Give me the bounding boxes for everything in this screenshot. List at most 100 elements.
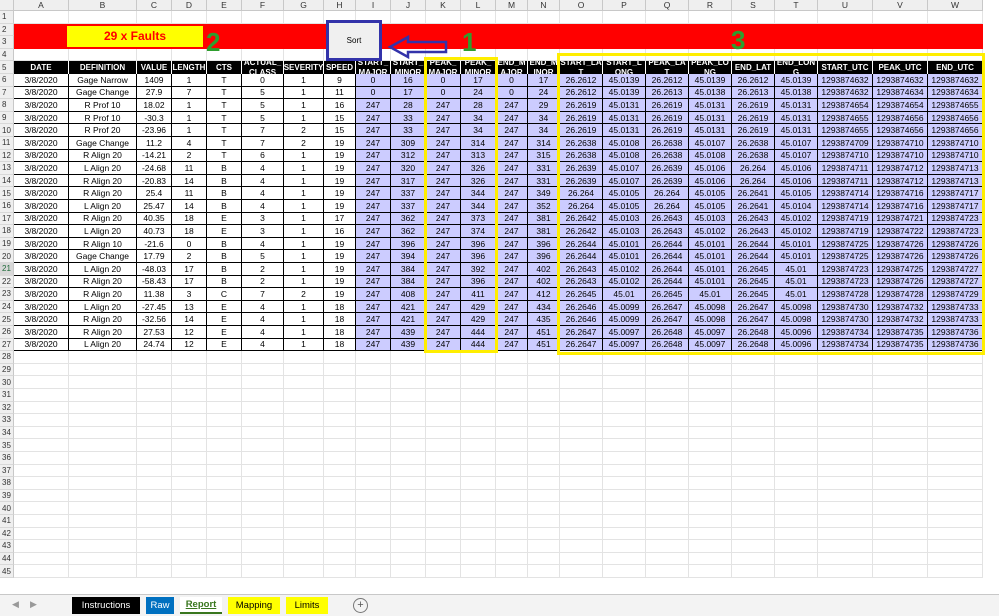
table-cell[interactable]: 439 <box>391 326 426 339</box>
table-cell[interactable]: 1293874712 <box>873 174 928 188</box>
table-cell[interactable]: 3/8/2020 <box>14 149 69 163</box>
table-cell[interactable]: 444 <box>461 326 496 339</box>
table-cell[interactable]: 247 <box>426 313 461 326</box>
empty-cell[interactable] <box>242 552 284 566</box>
column-title[interactable]: START_ MINOR <box>391 61 426 74</box>
table-cell[interactable]: 24 <box>461 86 496 100</box>
empty-cell[interactable] <box>69 376 137 389</box>
table-cell[interactable]: 33 <box>391 111 426 125</box>
table-cell[interactable]: 1293874632 <box>818 74 873 87</box>
empty-cell[interactable] <box>137 527 172 541</box>
table-cell[interactable]: 247 <box>496 225 528 238</box>
table-cell[interactable]: 247 <box>356 237 391 251</box>
empty-cell[interactable] <box>775 48 818 62</box>
table-cell[interactable]: 5 <box>242 250 284 263</box>
table-cell[interactable]: 19 <box>324 288 356 301</box>
table-cell[interactable]: T <box>207 86 242 100</box>
empty-cell[interactable] <box>172 464 207 478</box>
empty-cell[interactable] <box>689 363 732 377</box>
table-cell[interactable]: 18 <box>324 313 356 326</box>
table-cell[interactable]: 247 <box>496 200 528 213</box>
empty-cell[interactable] <box>818 464 873 478</box>
table-cell[interactable]: 1293874730 <box>818 313 873 326</box>
table-cell[interactable]: 344 <box>461 200 496 213</box>
empty-cell[interactable] <box>646 48 689 62</box>
table-cell[interactable]: 26.2619 <box>560 111 603 125</box>
empty-cell[interactable] <box>461 540 496 553</box>
empty-cell[interactable] <box>528 389 560 402</box>
column-header[interactable]: H <box>324 0 356 11</box>
empty-cell[interactable] <box>324 401 356 415</box>
empty-cell[interactable] <box>242 351 284 364</box>
table-cell[interactable]: 26.2613 <box>732 86 775 100</box>
table-cell[interactable]: B <box>207 275 242 289</box>
table-cell[interactable]: 19 <box>324 137 356 150</box>
empty-cell[interactable] <box>391 515 426 528</box>
empty-cell[interactable] <box>528 515 560 528</box>
table-cell[interactable]: T <box>207 99 242 112</box>
empty-cell[interactable] <box>324 489 356 503</box>
column-header[interactable]: W <box>928 0 983 11</box>
table-cell[interactable]: 26.2648 <box>646 338 689 352</box>
row-header[interactable]: 41 <box>0 515 14 528</box>
empty-cell[interactable] <box>207 414 242 427</box>
empty-cell[interactable] <box>461 527 496 541</box>
table-cell[interactable]: 45.0097 <box>689 338 732 352</box>
table-cell[interactable]: 247 <box>356 288 391 301</box>
empty-cell[interactable] <box>356 540 391 553</box>
empty-cell[interactable] <box>137 363 172 377</box>
table-cell[interactable]: 314 <box>528 137 560 150</box>
table-cell[interactable]: T <box>207 74 242 87</box>
table-cell[interactable]: 26.2644 <box>560 237 603 251</box>
table-cell[interactable]: 313 <box>461 149 496 163</box>
table-cell[interactable]: 26.2638 <box>732 137 775 150</box>
empty-cell[interactable] <box>689 401 732 415</box>
empty-cell[interactable] <box>775 351 818 364</box>
empty-cell[interactable] <box>284 439 324 452</box>
table-cell[interactable]: 16 <box>324 99 356 112</box>
table-cell[interactable]: 11 <box>172 187 207 200</box>
empty-cell[interactable] <box>69 527 137 541</box>
table-cell[interactable]: 331 <box>528 162 560 175</box>
empty-cell[interactable] <box>732 376 775 389</box>
table-cell[interactable]: E <box>207 338 242 352</box>
table-cell[interactable]: 247 <box>496 288 528 301</box>
empty-cell[interactable] <box>689 452 732 465</box>
table-cell[interactable]: 247 <box>496 174 528 188</box>
empty-cell[interactable] <box>242 527 284 541</box>
table-cell[interactable]: 326 <box>461 174 496 188</box>
column-header[interactable]: N <box>528 0 560 11</box>
empty-cell[interactable] <box>928 376 983 389</box>
empty-cell[interactable] <box>14 401 69 415</box>
empty-cell[interactable] <box>356 414 391 427</box>
table-cell[interactable]: 434 <box>528 300 560 314</box>
table-cell[interactable]: 45.0101 <box>775 250 818 263</box>
table-cell[interactable]: 5 <box>242 86 284 100</box>
row-header[interactable]: 5 <box>0 61 14 74</box>
empty-cell[interactable] <box>426 401 461 415</box>
empty-cell[interactable] <box>928 464 983 478</box>
empty-cell[interactable] <box>496 527 528 541</box>
table-cell[interactable]: -48.03 <box>137 263 172 276</box>
table-cell[interactable]: T <box>207 137 242 150</box>
empty-cell[interactable] <box>207 552 242 566</box>
empty-cell[interactable] <box>928 48 983 62</box>
table-cell[interactable]: 45.01 <box>689 288 732 301</box>
empty-cell[interactable] <box>137 552 172 566</box>
table-cell[interactable]: 247 <box>356 200 391 213</box>
column-header[interactable]: O <box>560 0 603 11</box>
table-cell[interactable]: R Align 20 <box>69 326 137 339</box>
empty-cell[interactable] <box>426 363 461 377</box>
empty-cell[interactable] <box>172 48 207 62</box>
empty-cell[interactable] <box>356 552 391 566</box>
empty-cell[interactable] <box>689 389 732 402</box>
table-cell[interactable]: 11 <box>324 86 356 100</box>
table-cell[interactable]: 247 <box>356 149 391 163</box>
empty-cell[interactable] <box>560 363 603 377</box>
title-band-cell[interactable] <box>689 36 732 49</box>
table-cell[interactable]: 1 <box>172 124 207 137</box>
table-cell[interactable]: 1293874655 <box>818 111 873 125</box>
table-cell[interactable]: 40.73 <box>137 225 172 238</box>
empty-cell[interactable] <box>391 477 426 490</box>
empty-cell[interactable] <box>324 414 356 427</box>
